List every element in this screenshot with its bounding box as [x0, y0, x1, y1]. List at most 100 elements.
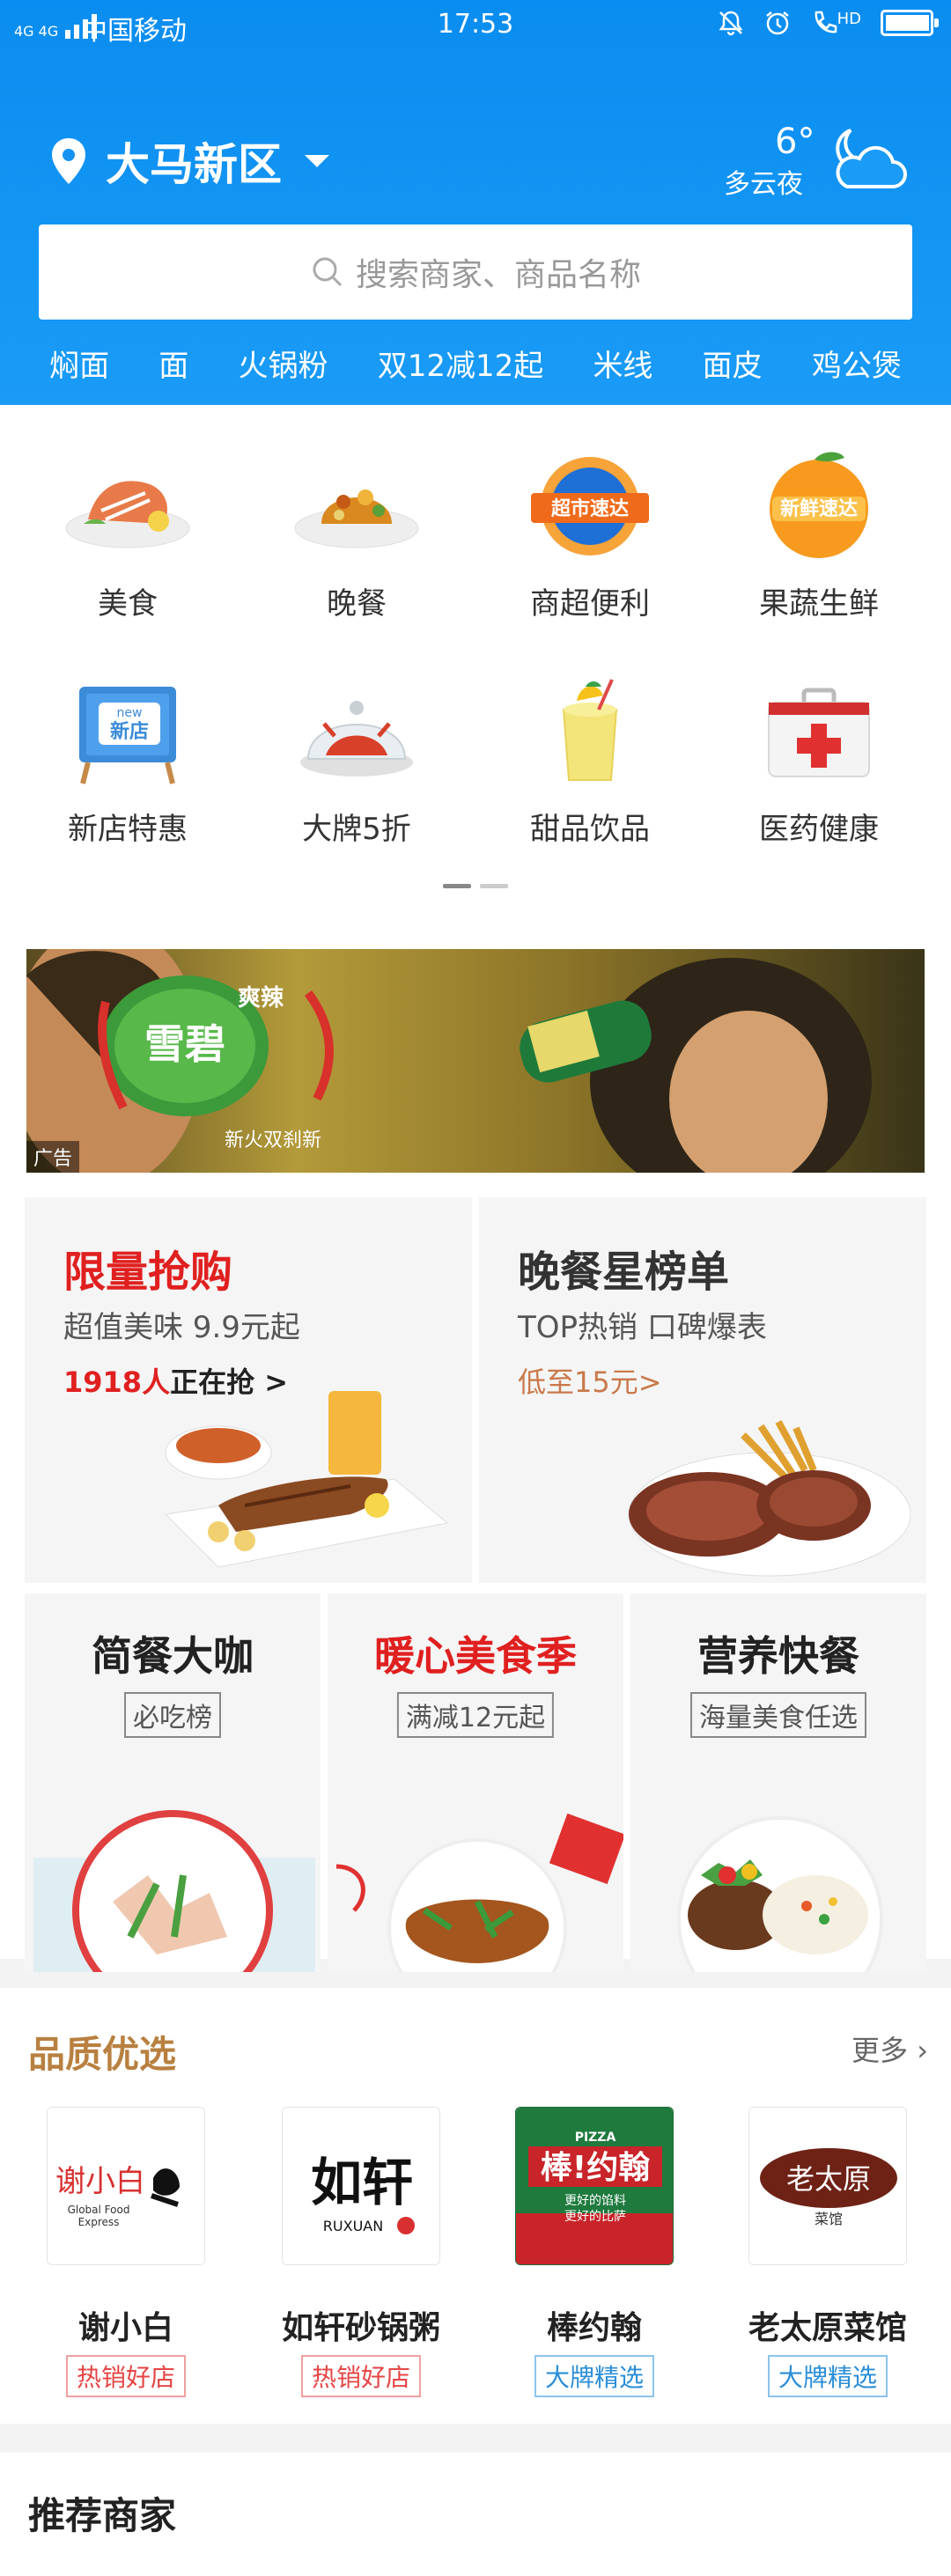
category-new-store[interactable]: new 新店 新店特惠 — [9, 630, 247, 847]
warm-food-season-card[interactable]: 暖心美食季 满减12元起 — [328, 1593, 623, 1972]
svg-text:PIZZA: PIZZA — [575, 2131, 616, 2145]
hd-label: HD — [837, 10, 861, 28]
cloche-lobster-icon — [291, 674, 423, 789]
flash-sale-food-image — [164, 1391, 447, 1568]
brand-logo: 老太原 菜馆 — [748, 2107, 907, 2265]
brand-name: 如轩砂锅粥 — [281, 2310, 440, 2346]
weather-widget[interactable]: 6° 多云夜 — [724, 121, 909, 201]
bell-off-icon — [719, 11, 743, 36]
category-label: 新店特惠 — [68, 812, 188, 847]
sprite-ad-image: 雪碧 爽辣 新火双刹新 — [26, 949, 872, 1173]
hot-word[interactable]: 米线 — [593, 342, 652, 386]
flash-sale-title: 限量抢购 — [63, 1248, 233, 1297]
category-fresh[interactable]: 新鲜速达 果蔬生鲜 — [700, 405, 938, 622]
section-title: 品质优选 — [28, 2033, 177, 2076]
category-big-brand[interactable]: 大牌5折 — [238, 630, 476, 847]
svg-text:Global Food: Global Food — [68, 2204, 130, 2216]
nutrition-fastfood-card[interactable]: 营养快餐 海量美食任选 — [630, 1593, 926, 1972]
supermarket-express-icon: 超市速达 — [524, 449, 656, 563]
brand-card[interactable]: 谢小白 Global Food Express 谢小白 热销好店 — [7, 2107, 245, 2406]
category-label: 商超便利 — [530, 586, 650, 622]
location-name: 大马新区 — [106, 139, 282, 190]
brand-badge: 大牌精选 — [534, 2355, 655, 2397]
simple-meal-title: 简餐大咖 — [92, 1632, 254, 1680]
svg-text:谢小白: 谢小白 — [55, 2164, 145, 2199]
svg-text:棒!约翰: 棒!约翰 — [541, 2150, 650, 2186]
drink-cup-icon — [524, 674, 656, 789]
food-plate-icon — [62, 449, 194, 563]
brand-name: 谢小白 — [77, 2310, 173, 2346]
new-store-sign-icon: new 新店 — [62, 674, 194, 789]
location-pin-icon — [52, 138, 85, 184]
category-page-indicator — [0, 884, 951, 888]
header: 4G 4G 中国移动 17:53 HD 大马新区 6° 多云夜 搜索商家、商品名… — [0, 0, 951, 405]
flash-sale-subtitle: 超值美味 9.9元起 — [63, 1310, 300, 1345]
more-link[interactable]: 更多 › — [851, 2028, 928, 2069]
brand-card[interactable]: PIZZA 棒!约翰 更好的馅料 更好的比萨 棒约翰 大牌精选 — [476, 2107, 713, 2406]
nutrition-fastfood-title: 营养快餐 — [697, 1632, 859, 1680]
fastfood-image — [677, 1816, 883, 1972]
svg-text:雪碧: 雪碧 — [144, 1020, 225, 1068]
category-dessert-drink[interactable]: 甜品饮品 — [471, 630, 709, 847]
hd-call-icon: HD — [811, 10, 861, 36]
svg-text:老太原: 老太原 — [786, 2162, 871, 2196]
hot-word[interactable]: 面皮 — [703, 342, 763, 386]
category-label: 医药健康 — [759, 812, 879, 847]
svg-text:new: new — [117, 706, 143, 720]
hot-word[interactable]: 双12减12起 — [378, 342, 544, 386]
brand-card[interactable]: 老太原 菜馆 老太原菜馆 大牌精选 — [709, 2107, 947, 2406]
recommended-merchants-section: 推荐商家 — [0, 2453, 951, 2576]
category-label: 果蔬生鲜 — [759, 586, 879, 622]
location-selector[interactable]: 大马新区 — [49, 130, 329, 192]
brand-card[interactable]: 如轩 RUXUAN 如轩砂锅粥 热销好店 — [242, 2107, 480, 2406]
hot-word[interactable]: 鸡公煲 — [812, 342, 902, 386]
chevron-right-icon: › — [917, 2034, 928, 2067]
nutrition-fastfood-tag: 海量美食任选 — [690, 1692, 866, 1738]
category-label: 晚餐 — [327, 586, 387, 622]
dinner-ranking-subtitle: TOP热销 口碑爆表 — [518, 1310, 767, 1345]
category-supermarket[interactable]: 超市速达 商超便利 — [471, 405, 709, 622]
svg-text:Express: Express — [78, 2216, 120, 2228]
alarm-icon — [765, 11, 789, 35]
brand-badge: 大牌精选 — [767, 2355, 888, 2397]
hot-word[interactable]: 面 — [158, 342, 188, 386]
category-label: 美食 — [98, 586, 158, 622]
category-grid: 美食 晚餐 超市速达 商超便利 新鲜速达 果蔬生鲜 new 新店 新店特惠 大牌5… — [0, 405, 951, 916]
dinner-plate-icon — [291, 449, 423, 563]
warm-food-image — [335, 1814, 623, 1972]
weather-temperature: 6° — [775, 121, 815, 162]
quality-picks-section: 品质优选 更多 › 谢小白 Global Food Express 谢小白 热销… — [0, 1988, 951, 2424]
section-title: 推荐商家 — [28, 2494, 177, 2537]
dinner-ranking-meta: 低至15元> — [518, 1365, 662, 1399]
search-input[interactable]: 搜索商家、商品名称 — [39, 224, 912, 320]
svg-text:菜馆: 菜馆 — [815, 2211, 843, 2227]
dinner-ranking-card[interactable]: 晚餐星榜单 TOP热销 口碑爆表 低至15元> — [479, 1197, 926, 1583]
ad-label: 广告 — [26, 1141, 80, 1173]
category-food[interactable]: 美食 — [9, 405, 247, 622]
category-medicine[interactable]: 医药健康 — [700, 630, 938, 847]
battery-icon — [881, 10, 939, 36]
hot-word[interactable]: 焖面 — [49, 342, 109, 386]
steak-image — [628, 1420, 910, 1577]
brand-name: 棒约翰 — [546, 2310, 642, 2346]
ad-banner[interactable]: 雪碧 爽辣 新火双刹新 广告 — [26, 949, 925, 1173]
brand-badge: 热销好店 — [300, 2355, 422, 2397]
svg-text:超市速达: 超市速达 — [551, 497, 629, 520]
warm-food-season-tag: 满减12元起 — [396, 1692, 555, 1738]
flash-sale-card[interactable]: 限量抢购 超值美味 9.9元起 1918人正在抢 > — [25, 1197, 472, 1583]
svg-text:如轩: 如轩 — [311, 2153, 413, 2212]
medical-kit-icon — [753, 674, 885, 789]
svg-text:爽辣: 爽辣 — [238, 984, 284, 1012]
status-bar: 4G 4G 中国移动 17:53 HD — [0, 0, 951, 51]
svg-text:新店: 新店 — [110, 720, 149, 743]
brand-badge: 热销好店 — [65, 2355, 187, 2397]
category-dinner[interactable]: 晚餐 — [238, 405, 476, 622]
hot-word[interactable]: 火锅粉 — [239, 342, 328, 386]
simple-meal-tag: 必吃榜 — [124, 1692, 221, 1738]
weather-description: 多云夜 — [724, 169, 803, 200]
brand-logo: PIZZA 棒!约翰 更好的馅料 更好的比萨 — [515, 2107, 674, 2265]
svg-text:RUXUAN: RUXUAN — [323, 2218, 383, 2234]
simple-meal-card[interactable]: 简餐大咖 必吃榜 — [25, 1593, 321, 1972]
brand-logo: 如轩 RUXUAN — [282, 2107, 440, 2265]
dinner-ranking-title: 晚餐星榜单 — [518, 1248, 730, 1297]
